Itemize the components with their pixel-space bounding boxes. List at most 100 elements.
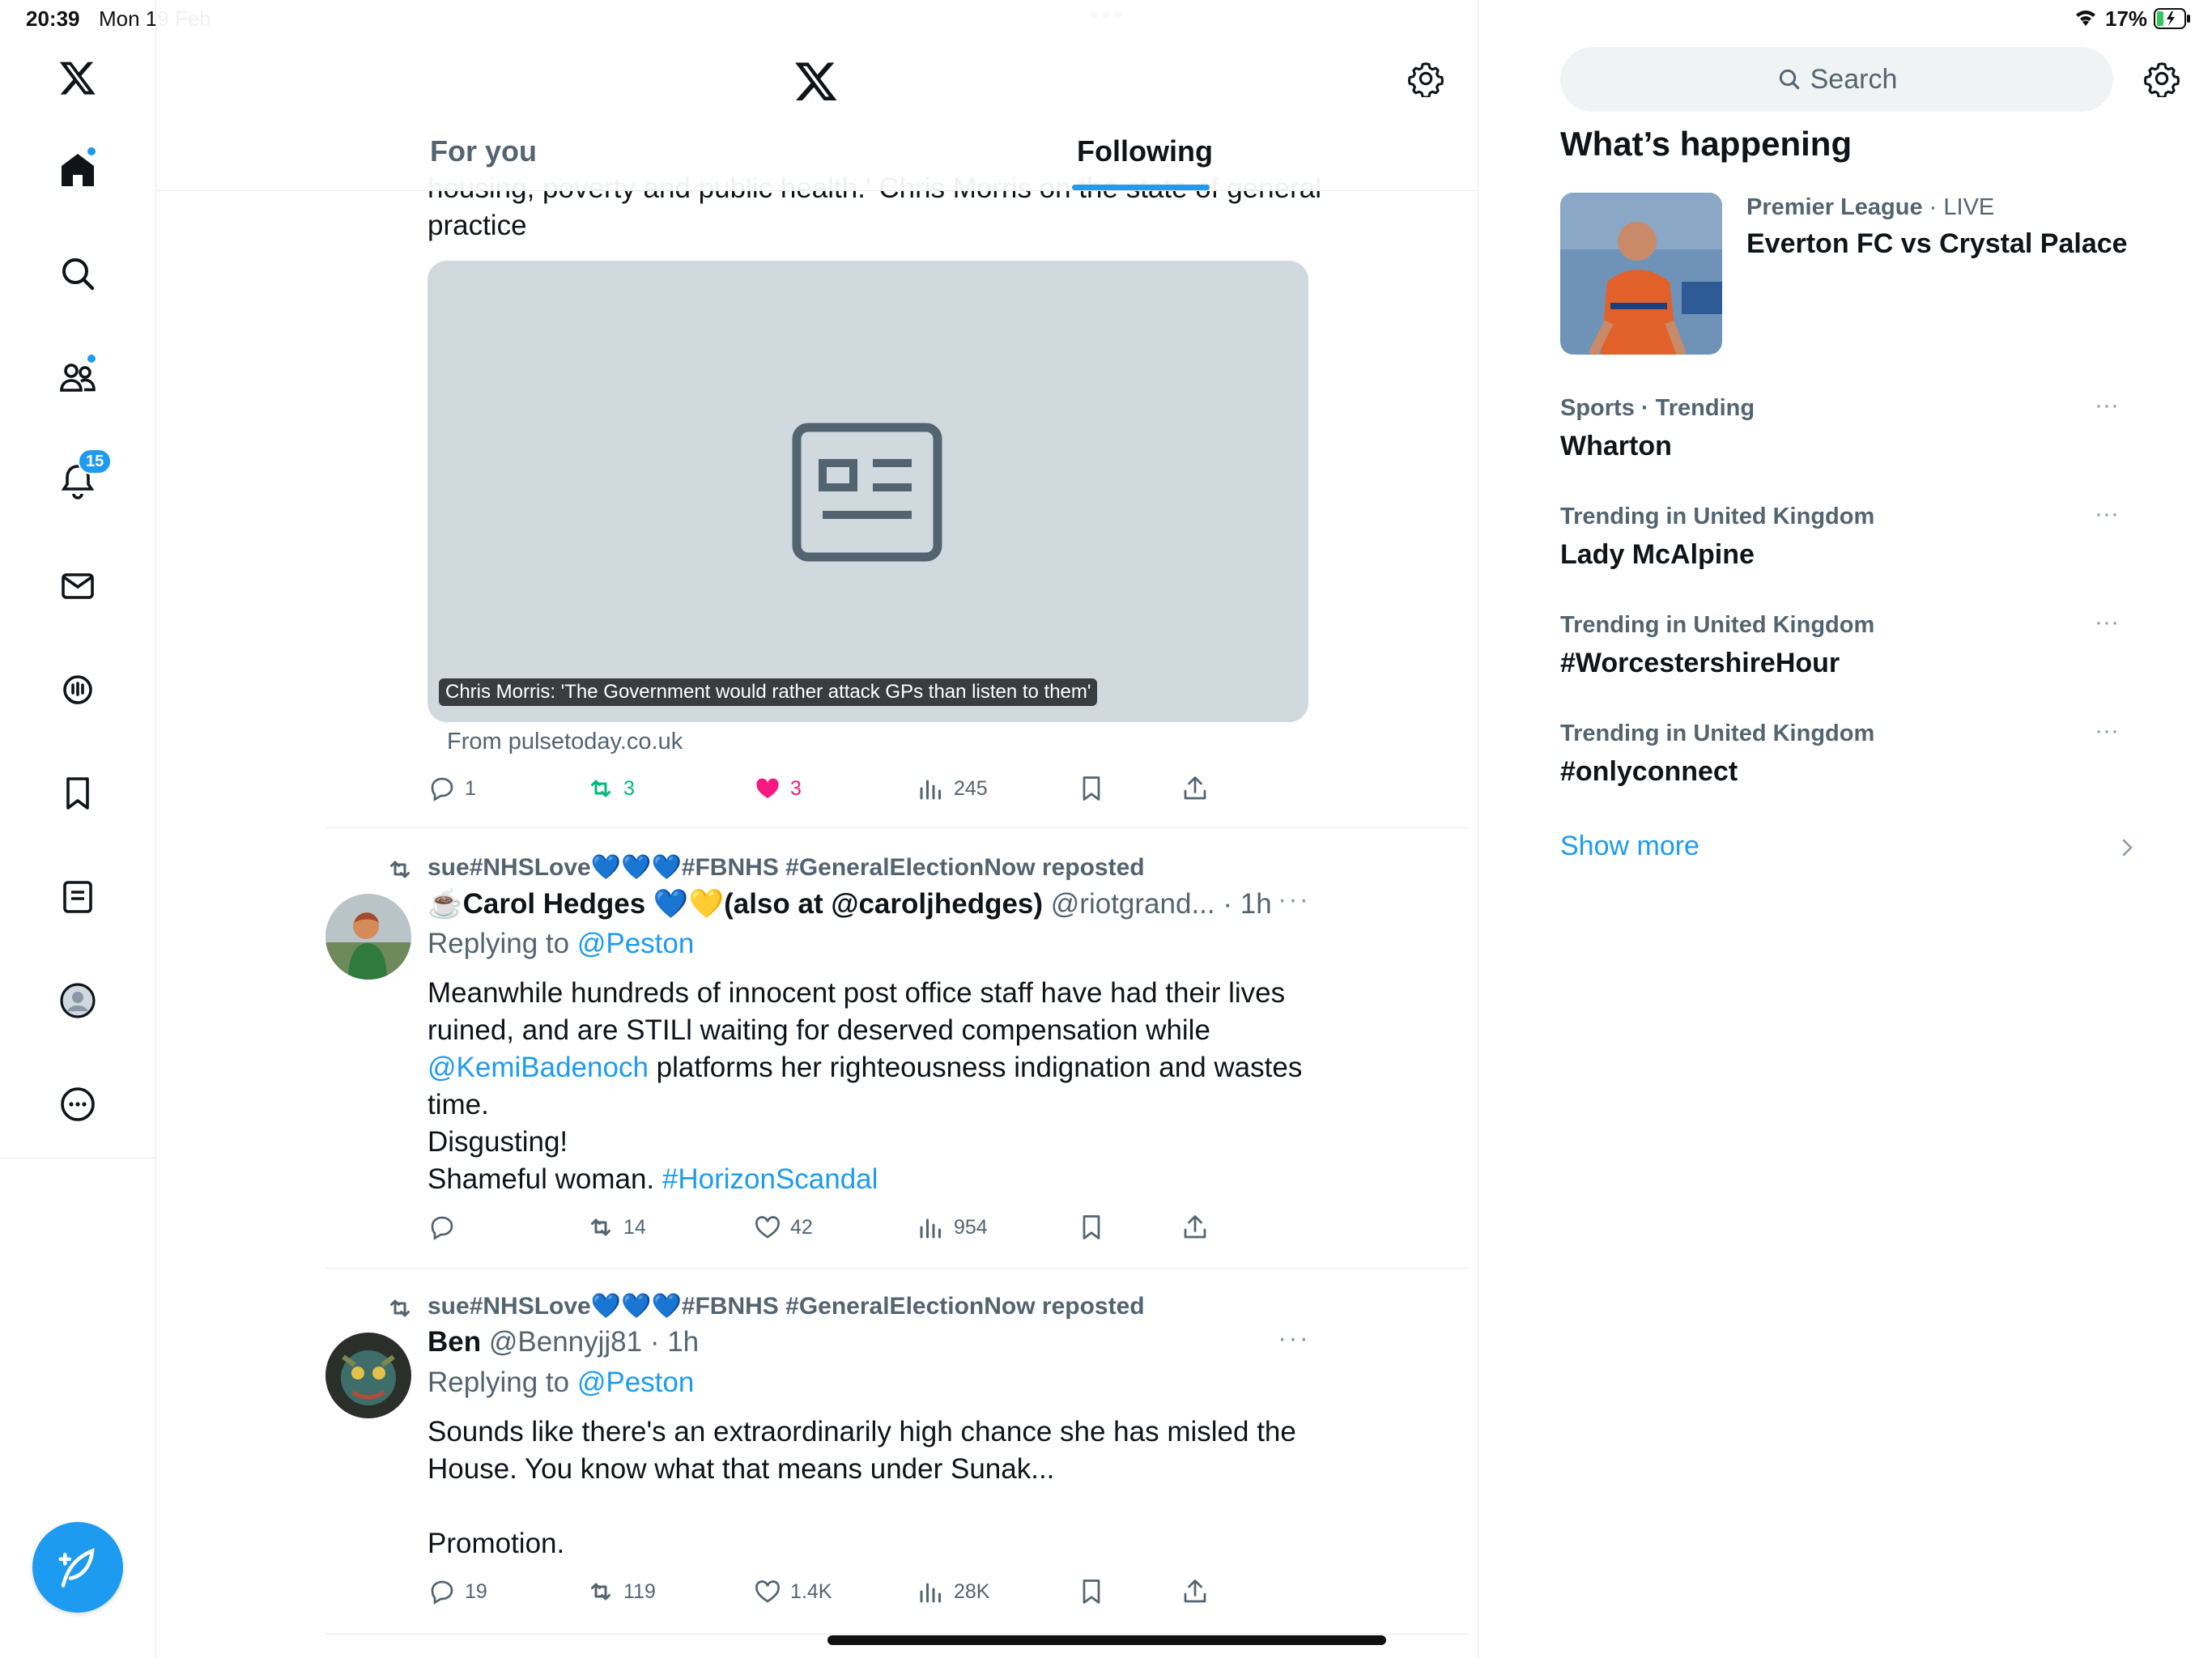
featured-category: Premier League xyxy=(1746,194,1923,220)
reply-action[interactable]: 19 xyxy=(428,1577,487,1606)
share-action[interactable] xyxy=(1180,1577,1218,1606)
timeline-header: For you Following xyxy=(157,0,1478,191)
tweet-divider xyxy=(325,827,1467,828)
reposted-by[interactable]: sue#NHSLove💙💙💙#FBNHS #GeneralElectionNow… xyxy=(428,853,1145,882)
search-icon[interactable] xyxy=(53,249,102,298)
x-logo-icon[interactable] xyxy=(53,53,102,102)
tweet-line: Shameful woman. #HorizonScandal xyxy=(428,1161,1478,1198)
repost-indicator-icon xyxy=(385,1294,415,1327)
link-card[interactable]: Chris Morris: 'The Government would rath… xyxy=(428,261,1308,722)
tab-following[interactable]: Following xyxy=(1077,134,1213,168)
like-action[interactable]: 3 xyxy=(753,774,802,803)
bell-icon[interactable]: 15 xyxy=(53,449,113,505)
bookmark-action[interactable] xyxy=(1077,774,1114,803)
share-action[interactable] xyxy=(1180,1213,1218,1242)
tweet-author-line: ☕Carol Hedges 💙💛(also at @caroljhedges) … xyxy=(428,887,1272,920)
reply-count: 19 xyxy=(465,1579,487,1603)
link-card-caption: Chris Morris: 'The Government would rath… xyxy=(439,678,1098,706)
show-more-link[interactable]: Show more xyxy=(1560,831,1699,862)
reply-action[interactable]: 1 xyxy=(428,774,476,803)
mention-link[interactable]: @KemiBadenoch xyxy=(428,1052,649,1083)
trend-category: Sports · Trending xyxy=(1560,395,1755,421)
tweet-line: Sounds like there's an extraordinarily h… xyxy=(428,1416,1296,1448)
article-icon xyxy=(792,423,942,562)
trend-category: Trending in United Kingdom xyxy=(1560,721,1875,746)
link-card-source[interactable]: From pulsetoday.co.uk xyxy=(447,729,683,755)
tweet-more-icon[interactable]: ··· xyxy=(1278,1323,1310,1354)
communities-icon[interactable] xyxy=(53,353,102,402)
more-icon[interactable] xyxy=(53,1080,102,1129)
whats-happening-heading: What’s happening xyxy=(1560,125,1853,163)
bookmark-icon[interactable] xyxy=(53,769,102,818)
tweet-more-icon[interactable]: ··· xyxy=(1278,884,1310,916)
tweet-line: @KemiBadenoch platforms her righteousnes… xyxy=(428,1049,1478,1086)
trend-more-icon[interactable]: ··· xyxy=(2095,717,2119,745)
trend-category: Trending in United Kingdom xyxy=(1560,504,1875,529)
profile-icon[interactable] xyxy=(53,976,102,1025)
like-action[interactable]: 1.4K xyxy=(753,1577,832,1606)
x-logo-icon[interactable] xyxy=(793,58,839,104)
views-count: 954 xyxy=(954,1215,988,1239)
repost-count: 119 xyxy=(623,1579,656,1603)
tweet-line: ruined, and are STILl waiting for deserv… xyxy=(428,1014,1210,1046)
search-input[interactable]: Search xyxy=(1560,47,2113,112)
home-icon[interactable] xyxy=(53,146,102,194)
like-count: 3 xyxy=(790,776,802,800)
handle-and-time[interactable]: @Bennyjj81 · 1h xyxy=(489,1326,699,1358)
views-action[interactable]: 954 xyxy=(917,1213,988,1242)
repost-action[interactable]: 3 xyxy=(586,774,635,803)
trend-name[interactable]: Lady McAlpine xyxy=(1560,539,1755,571)
featured-live: · LIVE xyxy=(1922,194,1995,220)
featured-category-line: Premier League · LIVE xyxy=(1746,194,1994,221)
tweet-line-start: Shameful woman. xyxy=(428,1163,662,1195)
views-action[interactable]: 28K xyxy=(917,1577,989,1606)
mail-icon[interactable] xyxy=(53,562,102,610)
bookmark-action[interactable] xyxy=(1077,1577,1114,1606)
chevron-right-icon[interactable] xyxy=(2117,835,2137,864)
trend-name[interactable]: Wharton xyxy=(1560,431,1672,462)
repost-action[interactable]: 119 xyxy=(586,1577,656,1606)
display-name[interactable]: ☕Carol Hedges 💙💛(also at @caroljhedges) xyxy=(428,888,1043,920)
reposted-by[interactable]: sue#NHSLove💙💙💙#FBNHS #GeneralElectionNow… xyxy=(428,1292,1145,1320)
replying-to-link[interactable]: @Peston xyxy=(577,1367,695,1398)
lists-icon[interactable] xyxy=(53,873,102,921)
tweet-line: Disgusting! xyxy=(428,1126,568,1158)
views-count: 245 xyxy=(954,776,988,800)
tweet-divider xyxy=(325,1634,1467,1635)
hashtag-link[interactable]: #HorizonScandal xyxy=(662,1163,878,1195)
tweet-text: Meanwhile hundreds of innocent post offi… xyxy=(428,975,1478,1198)
repost-indicator-icon xyxy=(385,855,415,888)
handle-and-time[interactable]: @riotgrand... · 1h xyxy=(1051,888,1272,920)
repost-action[interactable]: 14 xyxy=(586,1213,646,1242)
explore-settings-gear-icon[interactable] xyxy=(2143,60,2182,99)
featured-title[interactable]: Everton FC vs Crystal Palace xyxy=(1746,228,2128,260)
avatar[interactable] xyxy=(325,894,411,980)
compose-feather-icon xyxy=(58,1548,95,1588)
reply-action[interactable] xyxy=(428,1213,465,1242)
trend-more-icon[interactable]: ··· xyxy=(2095,609,2119,636)
display-name[interactable]: Ben xyxy=(428,1326,481,1358)
main-timeline: For you Following housing, poverty and p… xyxy=(157,0,1478,1658)
timeline-settings-gear-icon[interactable] xyxy=(1407,60,1446,99)
share-action[interactable] xyxy=(1180,774,1218,803)
replying-to-link[interactable]: @Peston xyxy=(577,928,695,959)
trend-more-icon[interactable]: ··· xyxy=(2095,392,2119,419)
avatar[interactable] xyxy=(325,1333,411,1418)
tweet-line: Meanwhile hundreds of innocent post offi… xyxy=(428,977,1286,1009)
trend-name[interactable]: #onlyconnect xyxy=(1560,756,1738,788)
like-action[interactable]: 42 xyxy=(753,1213,813,1242)
tweet-text-end: practice xyxy=(428,210,527,241)
views-action[interactable]: 245 xyxy=(917,774,988,803)
compose-button[interactable] xyxy=(32,1522,123,1613)
home-unread-dot xyxy=(86,146,97,157)
spaces-icon[interactable] xyxy=(53,665,102,714)
tab-for-you[interactable]: For you xyxy=(430,134,537,168)
replying-prefix: Replying to xyxy=(428,928,570,959)
bookmark-action[interactable] xyxy=(1077,1213,1114,1242)
trend-more-icon[interactable]: ··· xyxy=(2095,500,2119,528)
home-indicator[interactable] xyxy=(827,1635,1386,1645)
tweet-author-line: Ben @Bennyjj81 · 1h xyxy=(428,1326,699,1358)
trend-name[interactable]: #WorcestershireHour xyxy=(1560,648,1840,679)
featured-event-image[interactable] xyxy=(1560,193,1722,355)
active-tab-indicator xyxy=(1072,185,1210,190)
